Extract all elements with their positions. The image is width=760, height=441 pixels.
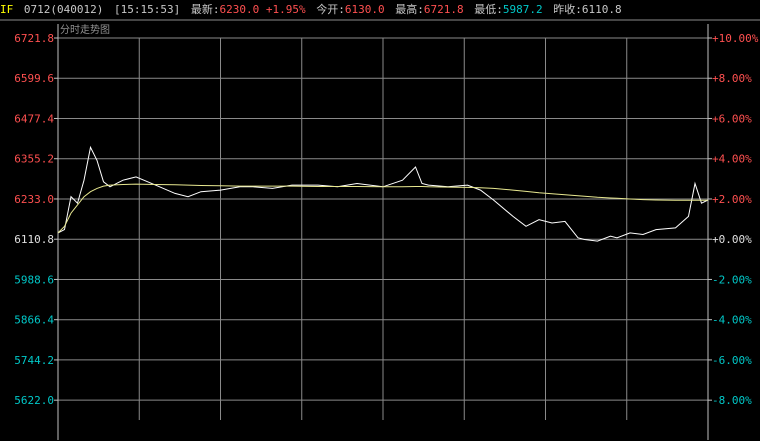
y-axis-right: +10.00% +8.00% +6.00% +4.00% +2.00% +0.00% -2.… [708, 32, 759, 407]
y-tick-label-right: -8.00% [712, 394, 752, 407]
y-tick-label-left: 5622.0 [14, 394, 54, 407]
y-tick-label-left: 6233.0 [14, 193, 54, 206]
y-tick-label-left: 5866.4 [14, 314, 54, 327]
y-tick-label-left: 6355.2 [14, 153, 54, 166]
y-tick-label-left: 6477.4 [14, 112, 54, 125]
y-tick-label-right: -2.00% [712, 273, 752, 286]
y-tick-label-right: +10.00% [712, 32, 759, 45]
y-tick-label-right: +4.00% [712, 153, 752, 166]
y-tick-label-left: 6599.6 [14, 72, 54, 85]
y-tick-label-right: +6.00% [712, 112, 752, 125]
y-tick-label-right: +8.00% [712, 72, 752, 85]
y-tick-label-left: 5744.2 [14, 354, 54, 367]
grid [57, 24, 709, 440]
y-tick-label-right: -4.00% [712, 314, 752, 327]
y-tick-label-left: 5988.6 [14, 273, 54, 286]
y-tick-label-right: -6.00% [712, 354, 752, 367]
intraday-chart: 分时走势图 6721.8 6599.6 6477.4 6355.2 6233.0 6110… [0, 19, 760, 440]
y-tick-label-right: +2.00% [712, 193, 752, 206]
y-axis-left: 6721.8 6599.6 6477.4 6355.2 6233.0 6110.8 5988… [14, 32, 58, 407]
y-tick-label-right: +0.00% [712, 233, 752, 246]
y-tick-label-left: 6110.8 [14, 233, 54, 246]
y-tick-label-left: 6721.8 [14, 32, 54, 45]
chart-title: 分时走势图 [60, 23, 110, 36]
